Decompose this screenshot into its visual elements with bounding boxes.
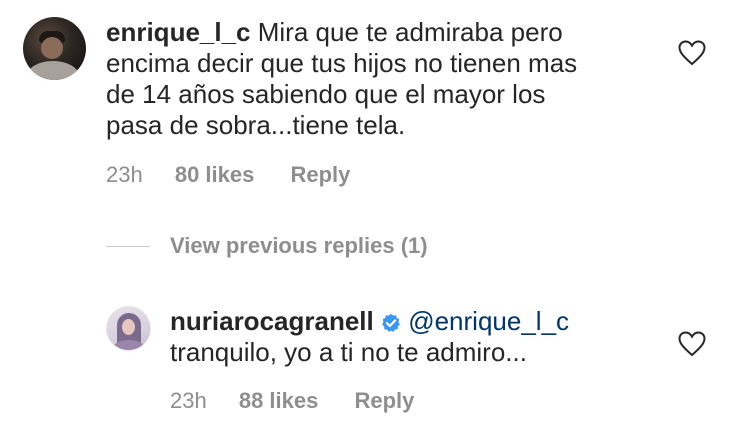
comment-meta: 23h 80 likes Reply xyxy=(106,162,350,188)
comment-text-line1: Mira que te admiraba pero xyxy=(257,17,563,47)
avatar-enrique[interactable] xyxy=(23,17,86,80)
avatar-nuriarocagranell[interactable] xyxy=(106,306,151,351)
verified-badge-icon xyxy=(382,313,400,332)
comment-text-line2: encima decir que tus hijos no tienen mas xyxy=(106,48,578,78)
reply-body: nuriarocagranell @enrique_l_c tranquilo,… xyxy=(170,306,670,368)
comment-text-line4: pasa de sobra...tiene tela. xyxy=(106,110,406,140)
comment-text-line3: de 14 años sabiendo que el mayor los xyxy=(106,79,546,109)
comment-likes[interactable]: 80 likes xyxy=(175,162,255,187)
comment-line-1: enrique_l_c Mira que te admiraba pero xyxy=(106,17,666,48)
reply-meta: 23h 88 likes Reply xyxy=(170,388,414,414)
comment-body: enrique_l_c Mira que te admiraba pero en… xyxy=(106,17,666,141)
comment-username[interactable]: enrique_l_c xyxy=(106,17,251,47)
reply-line-1: nuriarocagranell @enrique_l_c xyxy=(170,306,670,337)
reply-mention-link[interactable]: @enrique_l_c xyxy=(408,306,569,336)
comment-reply-button[interactable]: Reply xyxy=(290,162,350,187)
reply-like-heart-icon[interactable] xyxy=(678,331,706,357)
reply-reply-button[interactable]: Reply xyxy=(354,388,414,413)
reply-likes[interactable]: 88 likes xyxy=(239,388,319,413)
view-previous-replies-button[interactable]: View previous replies (1) xyxy=(170,233,428,259)
reply-text: tranquilo, yo a ti no te admiro... xyxy=(170,337,527,367)
replies-divider xyxy=(106,246,150,247)
like-heart-icon[interactable] xyxy=(678,40,706,66)
comment-time: 23h xyxy=(106,162,143,187)
reply-time: 23h xyxy=(170,388,207,413)
reply-username[interactable]: nuriarocagranell xyxy=(170,306,374,336)
